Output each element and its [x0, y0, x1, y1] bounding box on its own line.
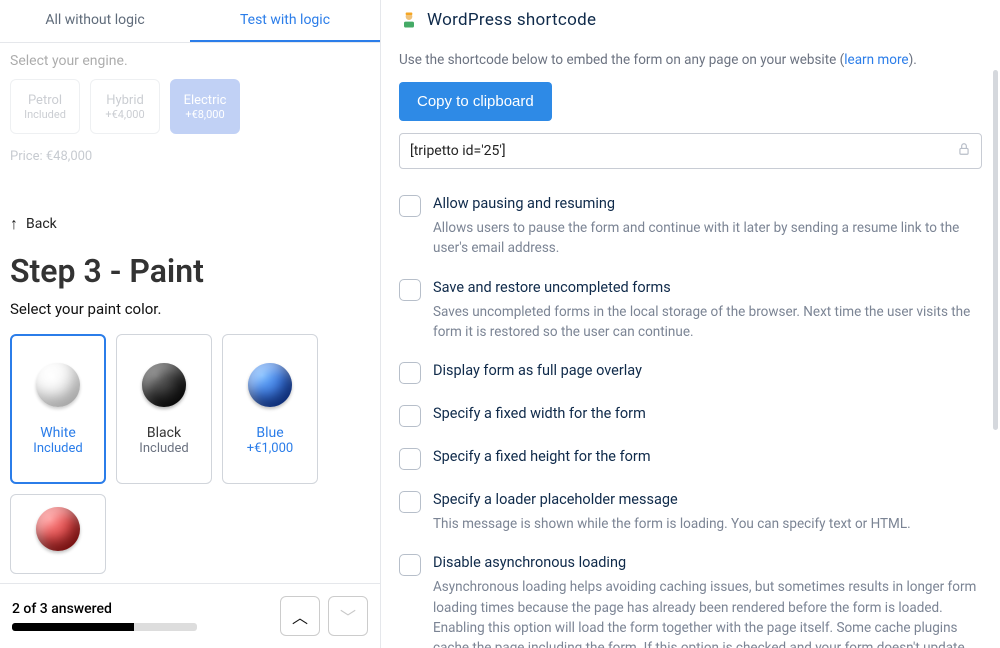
checkbox[interactable]	[399, 405, 421, 427]
option-title: Specify a loader placeholder message	[433, 491, 911, 508]
paint-swatch-black	[142, 363, 186, 407]
current-step: ↑ Back Step 3 - Paint Select your paint …	[0, 164, 380, 574]
paint-price: Included	[33, 441, 82, 456]
step-title: Step 3 - Paint	[10, 252, 370, 290]
option-title: Specify a fixed height for the form	[433, 448, 651, 465]
learn-more-link[interactable]: learn more	[844, 52, 908, 68]
engine-name: Hybrid	[106, 93, 144, 108]
arrow-up-icon: ↑	[10, 214, 18, 234]
tab-all-without-logic[interactable]: All without logic	[0, 0, 190, 42]
help-prefix: Use the shortcode below to embed the for…	[399, 52, 844, 68]
engine-option-hybrid[interactable]: Hybrid +€4,000	[90, 79, 160, 134]
help-text: Use the shortcode below to embed the for…	[399, 52, 982, 68]
option-full-page-overlay: Display form as full page overlay	[399, 362, 982, 385]
paint-swatch-white	[36, 363, 80, 407]
scrollbar[interactable]	[993, 70, 998, 430]
paint-price: +€1,000	[247, 441, 293, 456]
option-desc: Allows users to pause the form and conti…	[433, 218, 982, 259]
option-title: Disable asynchronous loading	[433, 554, 982, 571]
option-title: Allow pausing and resuming	[433, 195, 982, 212]
progress-label: 2 of 3 answered	[12, 601, 197, 617]
next-button[interactable]: ﹀	[328, 596, 368, 636]
paint-swatch-red	[36, 507, 80, 551]
checkbox[interactable]	[399, 554, 421, 576]
paint-option-black[interactable]: Black Included	[116, 334, 212, 484]
copy-to-clipboard-button[interactable]: Copy to clipboard	[399, 82, 552, 121]
option-title: Display form as full page overlay	[433, 362, 642, 379]
checkbox[interactable]	[399, 362, 421, 384]
option-allow-pausing: Allow pausing and resuming Allows users …	[399, 195, 982, 259]
help-suffix: ).	[909, 52, 917, 68]
back-button[interactable]: ↑ Back	[10, 214, 370, 234]
paint-option-blue[interactable]: Blue +€1,000	[222, 334, 318, 484]
paint-name: Black	[147, 425, 181, 441]
shortcode-field[interactable]: [tripetto id='25']	[399, 133, 982, 169]
paint-name: White	[40, 425, 76, 441]
lock-icon	[957, 142, 971, 160]
checkbox[interactable]	[399, 279, 421, 301]
option-loader-placeholder: Specify a loader placeholder message Thi…	[399, 491, 982, 534]
chevron-down-icon: ﹀	[340, 604, 356, 628]
option-save-restore: Save and restore uncompleted forms Saves…	[399, 279, 982, 343]
tab-test-with-logic[interactable]: Test with logic	[190, 0, 380, 42]
settings-pane: WordPress shortcode Use the shortcode be…	[381, 0, 1000, 648]
shortcode-value: [tripetto id='25']	[410, 143, 506, 159]
checkbox[interactable]	[399, 448, 421, 470]
checkbox[interactable]	[399, 491, 421, 513]
progress-bar	[12, 623, 197, 631]
engine-price: +€4,000	[105, 108, 144, 121]
checkbox[interactable]	[399, 195, 421, 217]
person-construction-icon	[399, 10, 419, 30]
paint-name: Blue	[256, 425, 283, 441]
option-disable-async: Disable asynchronous loading Asynchronou…	[399, 554, 982, 648]
engine-name: Electric	[184, 93, 227, 108]
option-title: Save and restore uncompleted forms	[433, 279, 982, 296]
paint-price: Included	[139, 441, 188, 456]
prev-button[interactable]: ︿	[280, 596, 320, 636]
engine-price: +€8,000	[185, 108, 224, 121]
paint-option-white[interactable]: White Included	[10, 334, 106, 484]
option-fixed-width: Specify a fixed width for the form	[399, 405, 982, 428]
step-subtitle: Select your paint color.	[10, 300, 370, 318]
engine-price: Included	[24, 108, 66, 121]
engine-question: Select your engine.	[10, 53, 370, 69]
progress-fill	[12, 623, 134, 631]
back-label: Back	[26, 216, 57, 232]
option-fixed-height: Specify a fixed height for the form	[399, 448, 982, 471]
paint-option-red[interactable]	[10, 494, 106, 574]
progress-footer: 2 of 3 answered ︿ ﹀	[0, 583, 380, 648]
previous-step-faded: Select your engine. Petrol Included Hybr…	[0, 43, 380, 164]
option-title: Specify a fixed width for the form	[433, 405, 646, 422]
engine-option-electric[interactable]: Electric +€8,000	[170, 79, 240, 134]
preview-tabs: All without logic Test with logic	[0, 0, 380, 43]
preview-pane: All without logic Test with logic Select…	[0, 0, 381, 648]
chevron-up-icon: ︿	[292, 604, 308, 628]
paint-options: White Included Black Included Blue +€1,0…	[10, 334, 370, 574]
panel-title: WordPress shortcode	[399, 10, 982, 30]
option-desc: Saves uncompleted forms in the local sto…	[433, 302, 982, 343]
panel-title-text: WordPress shortcode	[427, 10, 596, 30]
option-desc: Asynchronous loading helps avoiding cach…	[433, 577, 982, 648]
engine-name: Petrol	[28, 93, 62, 108]
option-desc: This message is shown while the form is …	[433, 514, 911, 534]
engine-option-petrol[interactable]: Petrol Included	[10, 79, 80, 134]
paint-swatch-blue	[248, 363, 292, 407]
price-summary: Price: €48,000	[10, 149, 370, 164]
